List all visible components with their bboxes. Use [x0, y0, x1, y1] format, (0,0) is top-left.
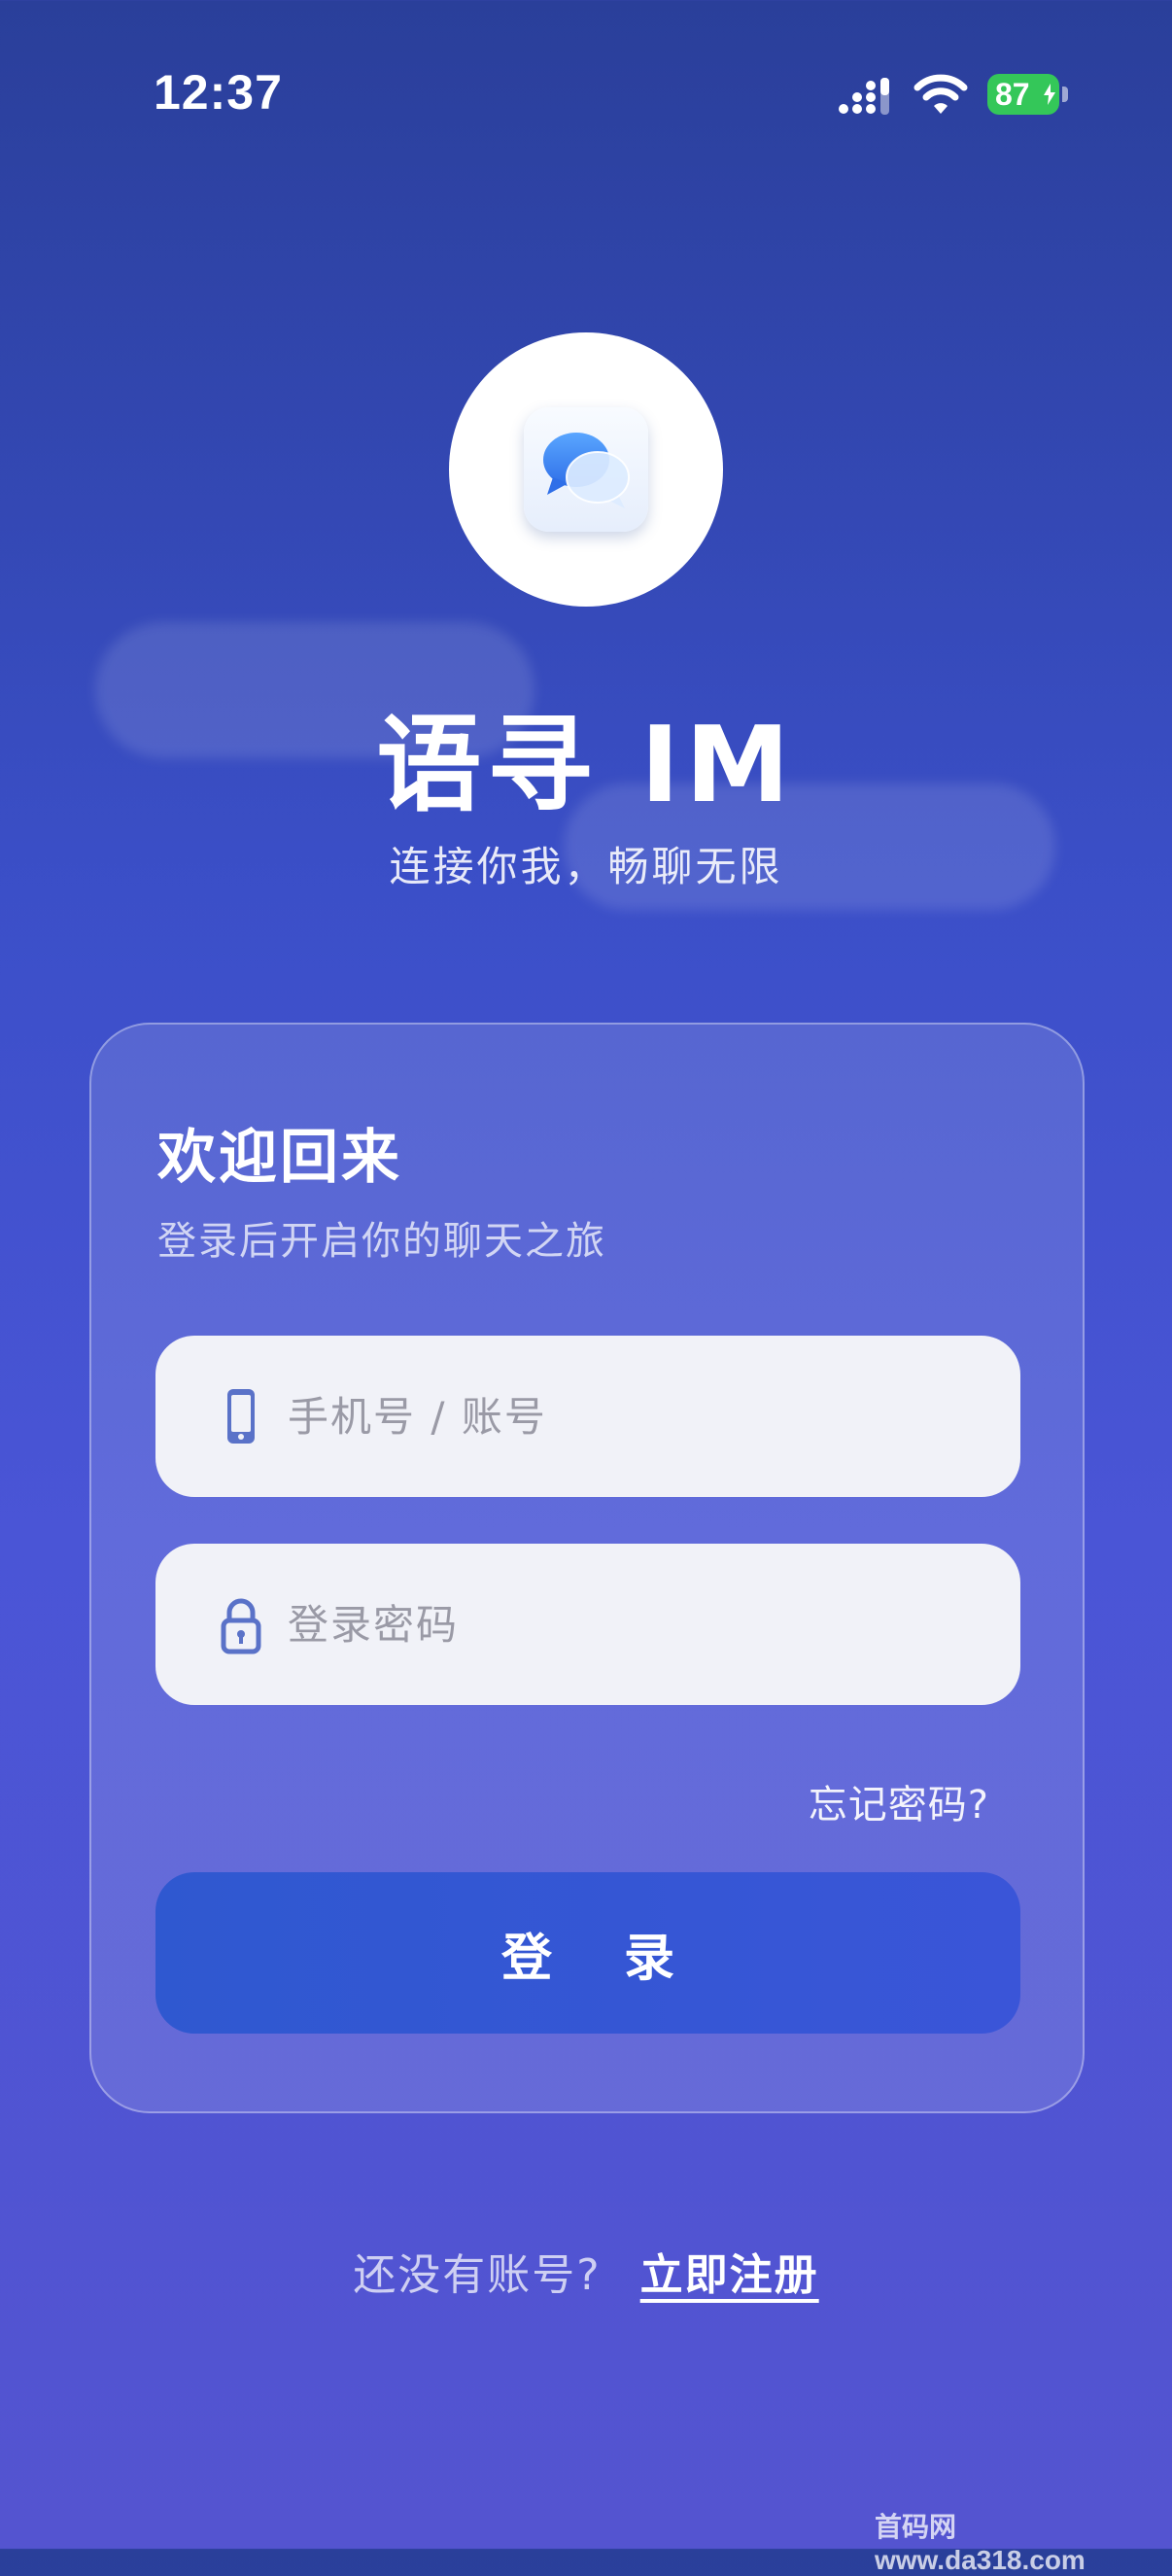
watermark: 首码网 www.da318.com — [875, 2512, 1086, 2575]
cellular-signal-icon — [839, 78, 889, 115]
battery-charging-icon: 87 — [987, 74, 1069, 115]
password-input[interactable] — [288, 1544, 987, 1705]
login-card: 欢迎回来 登录后开启你的聊天之旅 忘记密码? 登 录 — [89, 1023, 1085, 2113]
login-card-subtitle: 登录后开启你的聊天之旅 — [157, 1219, 606, 1264]
register-link[interactable]: 立即注册 — [640, 2250, 819, 2300]
app-title: 语寻 IM — [376, 705, 796, 826]
wifi-icon — [913, 74, 968, 114]
phone-icon — [227, 1389, 255, 1444]
status-bar: 12:37 87 — [0, 0, 1172, 185]
register-row: 还没有账号? 立即注册 — [0, 2240, 1172, 2302]
battery-cap — [1062, 87, 1068, 102]
charging-bolt-icon — [1044, 84, 1055, 105]
chat-bubbles-icon — [524, 407, 648, 532]
app-logo — [449, 332, 723, 607]
register-prompt: 还没有账号? — [353, 2250, 602, 2300]
account-input[interactable] — [288, 1336, 987, 1497]
lock-icon — [221, 1598, 261, 1654]
app-subtitle: 连接你我，畅聊无限 — [389, 843, 783, 890]
account-field[interactable] — [155, 1336, 1020, 1497]
status-time: 12:37 — [154, 65, 283, 120]
login-card-title: 欢迎回来 — [157, 1124, 402, 1192]
login-button[interactable]: 登 录 — [155, 1872, 1020, 2034]
forgot-password-link[interactable]: 忘记密码? — [809, 1773, 989, 1829]
password-field[interactable] — [155, 1544, 1020, 1705]
